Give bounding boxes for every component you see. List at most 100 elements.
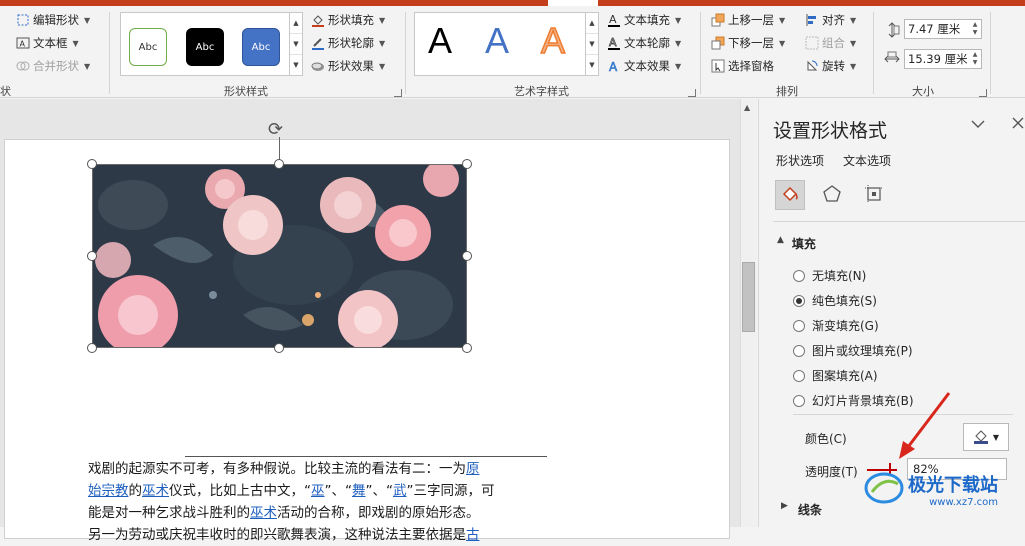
wordart-gallery-scroll[interactable]: ▲ ▼ ▼ [586, 12, 599, 76]
shape-styles-launcher-icon[interactable] [394, 89, 402, 97]
shape-fill-label: 形状填充 [328, 13, 374, 27]
group-divider [405, 12, 406, 94]
hyperlink[interactable]: 舞 [352, 483, 366, 499]
resize-handle-bottom[interactable] [274, 343, 284, 353]
radio-button[interactable] [793, 269, 805, 282]
send-backward-button[interactable]: 下移一层 ▼ [711, 35, 785, 51]
hyperlink[interactable]: 巫术 [142, 483, 169, 499]
hyperlink[interactable]: 古 [466, 527, 480, 543]
shape-effects-button[interactable]: 形状效果 ▼ [311, 58, 385, 74]
size-properties-tab[interactable] [859, 180, 889, 210]
scroll-down-icon[interactable]: ▼ [290, 34, 302, 55]
wordart-style-black[interactable]: A [428, 20, 452, 62]
scrollbar-thumb[interactable] [742, 262, 755, 332]
tab-shape-options[interactable]: 形状选项 [776, 152, 824, 169]
pen-icon [311, 36, 325, 50]
text-fill-icon: A [607, 13, 621, 27]
shape-height-icon [884, 22, 900, 41]
radio-button[interactable] [793, 344, 805, 357]
text-outline-button[interactable]: A 文本轮廓 ▼ [607, 35, 681, 51]
text-effects-button[interactable]: A 文本效果 ▼ [607, 58, 681, 74]
arrange-group-label: 排列 [776, 85, 798, 98]
resize-handle-bottom-left[interactable] [87, 343, 97, 353]
solid-fill-radio[interactable]: 纯色填充(S) [793, 292, 877, 309]
shape-fill-button[interactable]: 形状填充 ▼ [311, 12, 385, 28]
radio-button[interactable] [793, 319, 805, 332]
scroll-up-icon[interactable]: ▲ [744, 103, 750, 112]
size-launcher-icon[interactable] [979, 89, 987, 97]
shape-style-swatch-1[interactable]: Abc [129, 28, 167, 66]
size-group-label: 大小 [912, 85, 934, 98]
picture-texture-fill-label: 图片或纹理填充(P) [812, 344, 913, 358]
shape-width-input[interactable]: 15.39 厘米 ▲ ▼ [904, 49, 982, 69]
merge-shapes-icon [16, 59, 30, 73]
pane-options-chevron-icon[interactable] [971, 117, 985, 133]
radio-button[interactable] [793, 369, 805, 382]
chevron-down-icon: ▼ [675, 61, 682, 71]
text-box-top-border [185, 456, 547, 457]
bring-forward-icon [711, 13, 725, 27]
shape-style-swatch-2[interactable]: Abc [186, 28, 224, 66]
text-fill-button[interactable]: A 文本填充 ▼ [607, 12, 681, 28]
scroll-down-icon[interactable]: ▼ [586, 34, 598, 55]
shape-outline-button[interactable]: 形状轮廓 ▼ [311, 35, 385, 51]
scroll-up-icon[interactable]: ▲ [290, 13, 302, 34]
hyperlink[interactable]: 始宗教 [88, 483, 129, 499]
resize-handle-top-right[interactable] [462, 159, 472, 169]
align-button[interactable]: 对齐 ▼ [805, 12, 856, 28]
line-section-header[interactable]: ▶ 线条 [781, 501, 822, 518]
rotate-handle-icon[interactable]: ⟳ [268, 119, 283, 140]
resize-handle-top[interactable] [274, 159, 284, 169]
chevron-down-icon: ▼ [779, 38, 786, 48]
selection-pane-button[interactable]: 选择窗格 [711, 58, 774, 74]
ribbon: 编辑形状 ▼ A 文本框 ▼ 合并形状 ▼ 状 Abc Abc Abc ▲ ▼ ▼ 形状填… [0, 6, 1025, 98]
slide-background-fill-radio[interactable]: 幻灯片背景填充(B) [793, 392, 914, 409]
slide-body-text[interactable]: 戏剧的起源实不可考，有多种假说。比较主流的看法有二：一为原 始宗教的巫术仪式，比… [88, 458, 548, 546]
canvas-scrollbar[interactable]: ▲ [740, 99, 757, 527]
width-spinner-icon[interactable]: ▲ ▼ [970, 51, 980, 67]
shape-style-swatch-3[interactable]: Abc [242, 28, 280, 66]
resize-handle-bottom-right[interactable] [462, 343, 472, 353]
wordart-style-orange[interactable]: A [540, 19, 566, 62]
wordart-style-blue[interactable]: A [485, 20, 509, 62]
shape-styles-gallery-scroll[interactable]: ▲ ▼ ▼ [290, 12, 303, 76]
resize-handle-left[interactable] [87, 251, 97, 261]
tab-text-options[interactable]: 文本选项 [843, 152, 891, 169]
text-box-button[interactable]: A 文本框 ▼ [16, 35, 79, 51]
text-run: ”、“ [324, 483, 353, 499]
effects-tab[interactable] [817, 180, 847, 210]
fill-color-dropdown[interactable]: ▼ [963, 423, 1009, 451]
group-divider [700, 12, 701, 94]
paint-bucket-icon [780, 184, 800, 207]
resize-handle-right[interactable] [462, 251, 472, 261]
height-spinner-icon[interactable]: ▲ ▼ [970, 21, 980, 37]
gallery-more-icon[interactable]: ▼ [290, 55, 302, 76]
merge-shapes-button[interactable]: 合并形状 ▼ [16, 58, 90, 74]
radio-button[interactable] [793, 394, 805, 407]
group-button[interactable]: 组合 ▼ [805, 35, 856, 51]
picture-texture-fill-radio[interactable]: 图片或纹理填充(P) [793, 342, 913, 359]
wordart-styles-launcher-icon[interactable] [688, 89, 696, 97]
no-fill-radio[interactable]: 无填充(N) [793, 267, 866, 284]
rotate-button[interactable]: 旋转 ▼ [805, 58, 856, 74]
chevron-down-icon: ▼ [379, 38, 386, 48]
fill-line-tab[interactable] [775, 180, 805, 210]
gradient-fill-radio[interactable]: 渐变填充(G) [793, 317, 879, 334]
hyperlink[interactable]: 原 [466, 461, 480, 477]
hyperlink[interactable]: 巫术 [250, 505, 277, 521]
rose-picture[interactable] [92, 164, 467, 348]
pattern-fill-radio[interactable]: 图案填充(A) [793, 367, 878, 384]
chevron-right-icon: ▶ [781, 501, 788, 511]
edit-shape-button[interactable]: 编辑形状 ▼ [16, 12, 90, 28]
gallery-more-icon[interactable]: ▼ [586, 55, 598, 76]
hyperlink[interactable]: 巫 [311, 483, 325, 499]
hyperlink[interactable]: 武 [393, 483, 407, 499]
close-icon[interactable] [1012, 117, 1024, 133]
fill-section-header[interactable]: ▲ 填充 [777, 235, 816, 252]
radio-button-selected[interactable] [793, 294, 805, 307]
resize-handle-top-left[interactable] [87, 159, 97, 169]
scroll-up-icon[interactable]: ▲ [586, 13, 598, 34]
bring-forward-button[interactable]: 上移一层 ▼ [711, 12, 785, 28]
text-run: 能是对一种乞求战斗胜利的 [88, 505, 250, 521]
shape-height-input[interactable]: 7.47 厘米 ▲ ▼ [904, 19, 982, 39]
